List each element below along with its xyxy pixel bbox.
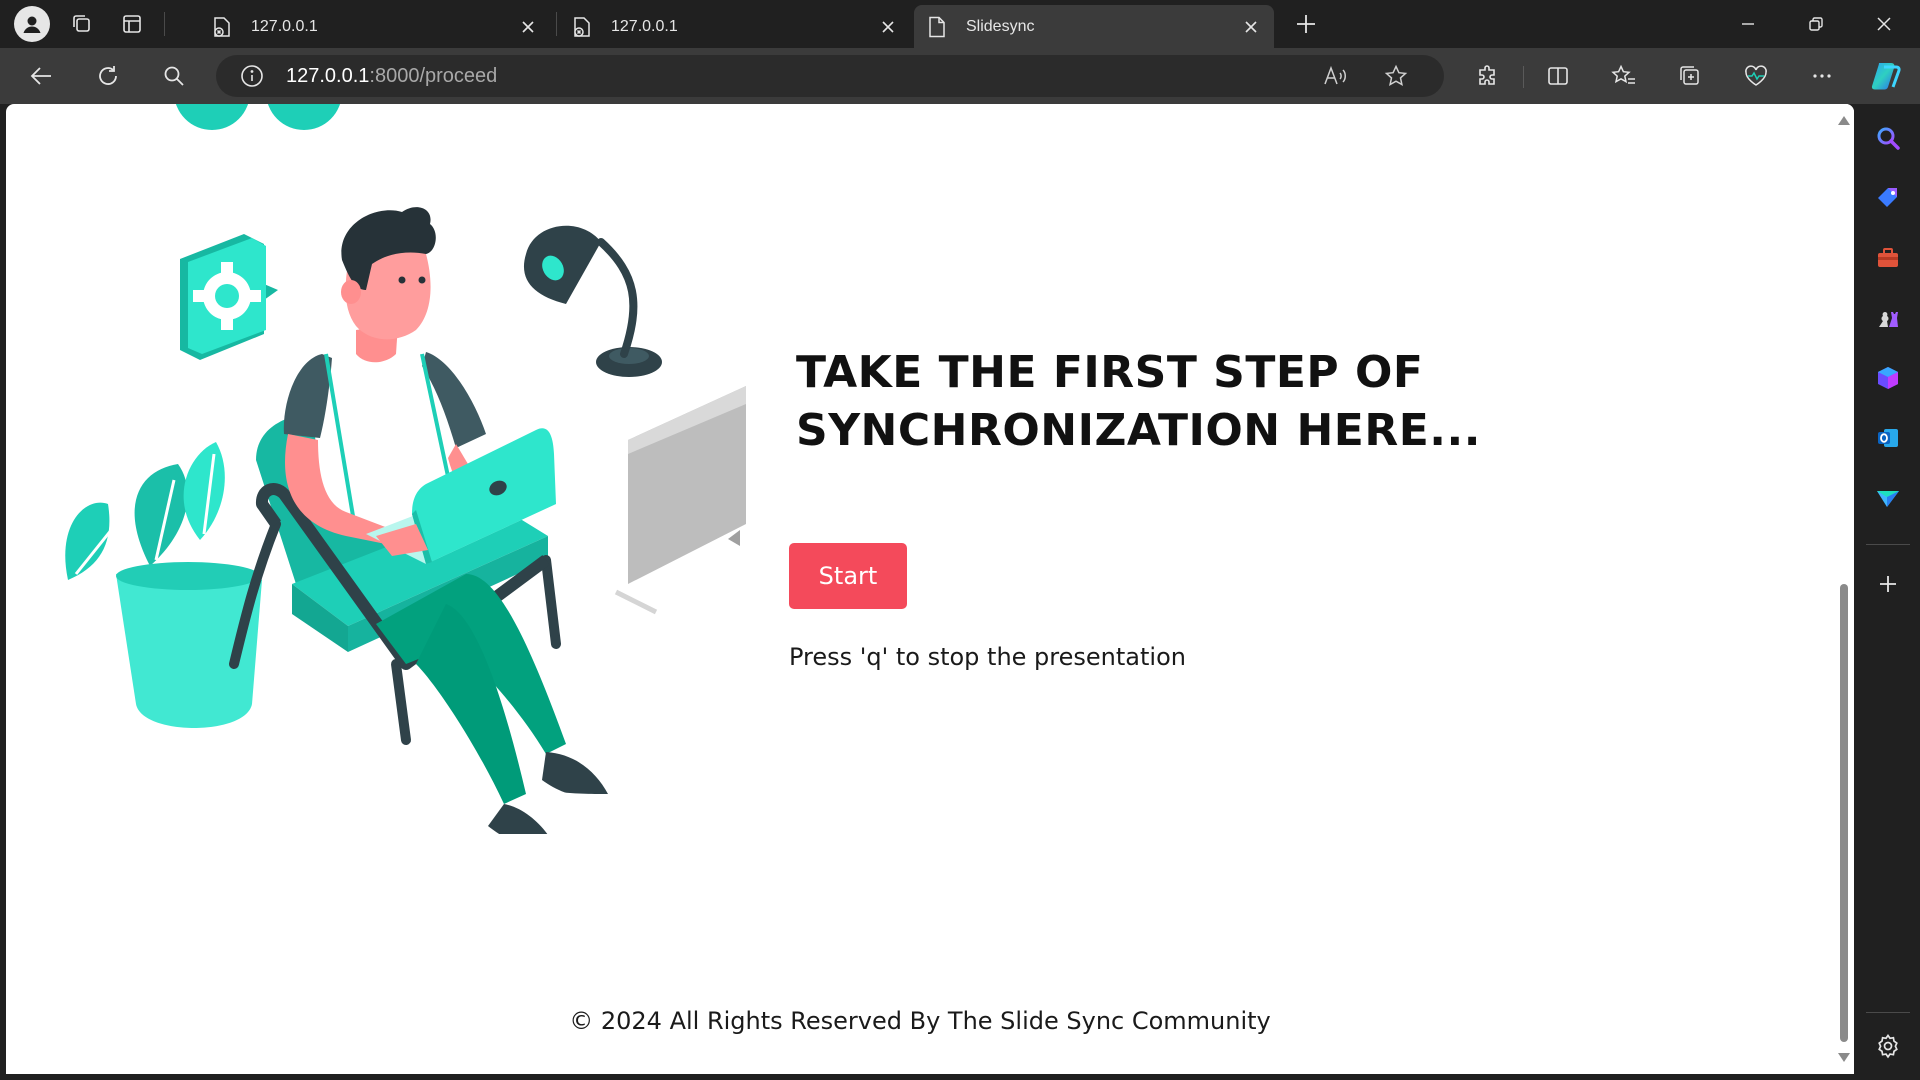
office-icon[interactable] [1870,360,1906,396]
heartbeat-icon[interactable] [1738,58,1774,94]
gear-bubble-icon [180,234,278,360]
plant-icon [65,442,262,728]
puzzle-icon[interactable] [1470,58,1506,94]
close-icon[interactable] [1240,16,1262,38]
toolbox-icon[interactable] [1870,240,1906,276]
page-scrollbar[interactable] [1834,104,1854,1074]
start-button[interactable]: Start [789,543,907,609]
close-icon[interactable] [877,16,899,38]
page-error-icon [571,16,593,38]
ellipsis-icon[interactable] [1804,58,1840,94]
outlook-icon[interactable] [1870,420,1906,456]
monitor-shape [614,386,746,615]
search-icon[interactable] [1870,120,1906,156]
sidebar-separator [1866,544,1910,545]
sidebar-separator [1866,1012,1910,1013]
refresh-icon[interactable] [90,58,126,94]
page-error-icon [211,16,233,38]
close-icon[interactable] [517,16,539,38]
decor-circle [267,104,341,130]
gear-icon[interactable] [1870,1028,1906,1064]
restore-icon[interactable] [1782,0,1850,48]
toolbar-separator [1523,66,1524,88]
page-viewport: TAKE THE FIRST STEP OF SYNCHRONIZATION H… [6,104,1854,1074]
decor-circle [175,104,249,130]
stop-hint-text: Press 'q' to stop the presentation [789,643,1186,671]
tab-title: 127.0.0.1 [251,17,318,35]
site-info-icon[interactable] [238,62,266,90]
person-with-laptop-illustration [65,104,746,834]
url-host: 127.0.0.1 [286,64,370,87]
profile-icon[interactable] [14,6,50,42]
minimize-icon[interactable] [1714,0,1782,48]
desk-lamp-icon [523,225,662,377]
browser-toolbar: 127.0.0.1:8000/proceed [0,48,1920,104]
tab-separator [164,12,165,36]
scroll-down-icon[interactable] [1838,1053,1850,1062]
split-screen-icon[interactable] [1540,58,1576,94]
collections-icon[interactable] [1672,58,1708,94]
read-aloud-icon[interactable] [1318,58,1354,94]
scroll-thumb[interactable] [1840,584,1848,1042]
star-icon[interactable] [1378,58,1414,94]
tag-icon[interactable] [1870,180,1906,216]
favorites-icon[interactable] [1606,58,1642,94]
tab-actions-icon[interactable] [114,6,150,42]
chess-icon[interactable] [1870,300,1906,336]
tab-title: 127.0.0.1 [611,17,678,35]
tab-title: Slidesync [966,17,1035,35]
url-text[interactable]: 127.0.0.1:8000/proceed [286,65,497,88]
tab-1[interactable]: 127.0.0.1 [199,5,551,48]
page-icon [926,16,948,38]
back-arrow-icon[interactable] [24,58,60,94]
plus-icon[interactable] [1870,566,1906,602]
plus-icon[interactable] [1288,6,1324,42]
address-bar[interactable]: 127.0.0.1:8000/proceed [216,55,1444,97]
search-icon[interactable] [156,58,192,94]
page-heading: TAKE THE FIRST STEP OF SYNCHRONIZATION H… [796,347,1481,456]
edge-sidebar [1856,104,1920,1080]
footer-copyright: © 2024 All Rights Reserved By The Slide … [569,1007,1271,1035]
window-close-icon[interactable] [1850,0,1918,48]
send-icon[interactable] [1870,480,1906,516]
tab-separator [556,12,557,36]
workspaces-icon[interactable] [64,6,100,42]
scroll-up-icon[interactable] [1838,116,1850,125]
tab-3-active[interactable]: Slidesync [914,5,1274,48]
copilot-icon[interactable] [1868,58,1904,94]
tab-strip: 127.0.0.1 127.0.0.1 Slidesync [0,0,1920,48]
url-path: :8000/proceed [369,64,498,87]
tab-2[interactable]: 127.0.0.1 [559,5,911,48]
